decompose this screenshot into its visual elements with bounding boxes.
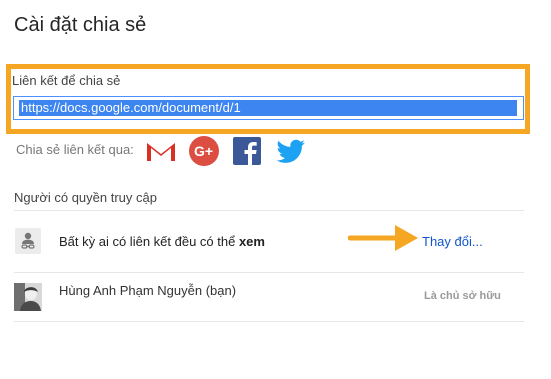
- gmail-icon[interactable]: [145, 135, 177, 167]
- divider: [14, 321, 524, 322]
- link-permission-text: Bất kỳ ai có liên kết đều có thể xem: [59, 234, 265, 249]
- owner-name: Hùng Anh Phạm Nguyễn (bạn): [59, 283, 237, 298]
- access-heading: Người có quyền truy cập: [14, 190, 157, 205]
- permission-level: xem: [238, 234, 265, 249]
- owner-role: Là chủ sở hữu: [424, 290, 501, 302]
- google-plus-icon[interactable]: G+: [188, 135, 220, 167]
- link-person-icon: [15, 228, 41, 254]
- share-via-label: Chia sẻ liên kết qua:: [16, 142, 134, 157]
- link-share-label: Liên kết để chia sẻ: [12, 73, 121, 88]
- permission-text-prefix: Bất kỳ ai có liên kết đều có thể: [59, 234, 239, 249]
- change-permission-link[interactable]: Thay đổi...: [422, 234, 483, 249]
- twitter-icon[interactable]: [274, 135, 308, 167]
- arrow-pointer-icon: [348, 225, 418, 251]
- facebook-icon[interactable]: [231, 135, 263, 167]
- page-title: Cài đặt chia sẻ: [14, 14, 147, 36]
- share-link-input[interactable]: https://docs.google.com/document/d/1: [13, 96, 524, 120]
- divider: [14, 272, 524, 273]
- avatar: [14, 283, 42, 311]
- share-link-url: https://docs.google.com/document/d/1: [21, 100, 241, 115]
- svg-text:G+: G+: [194, 143, 213, 159]
- divider: [14, 210, 524, 211]
